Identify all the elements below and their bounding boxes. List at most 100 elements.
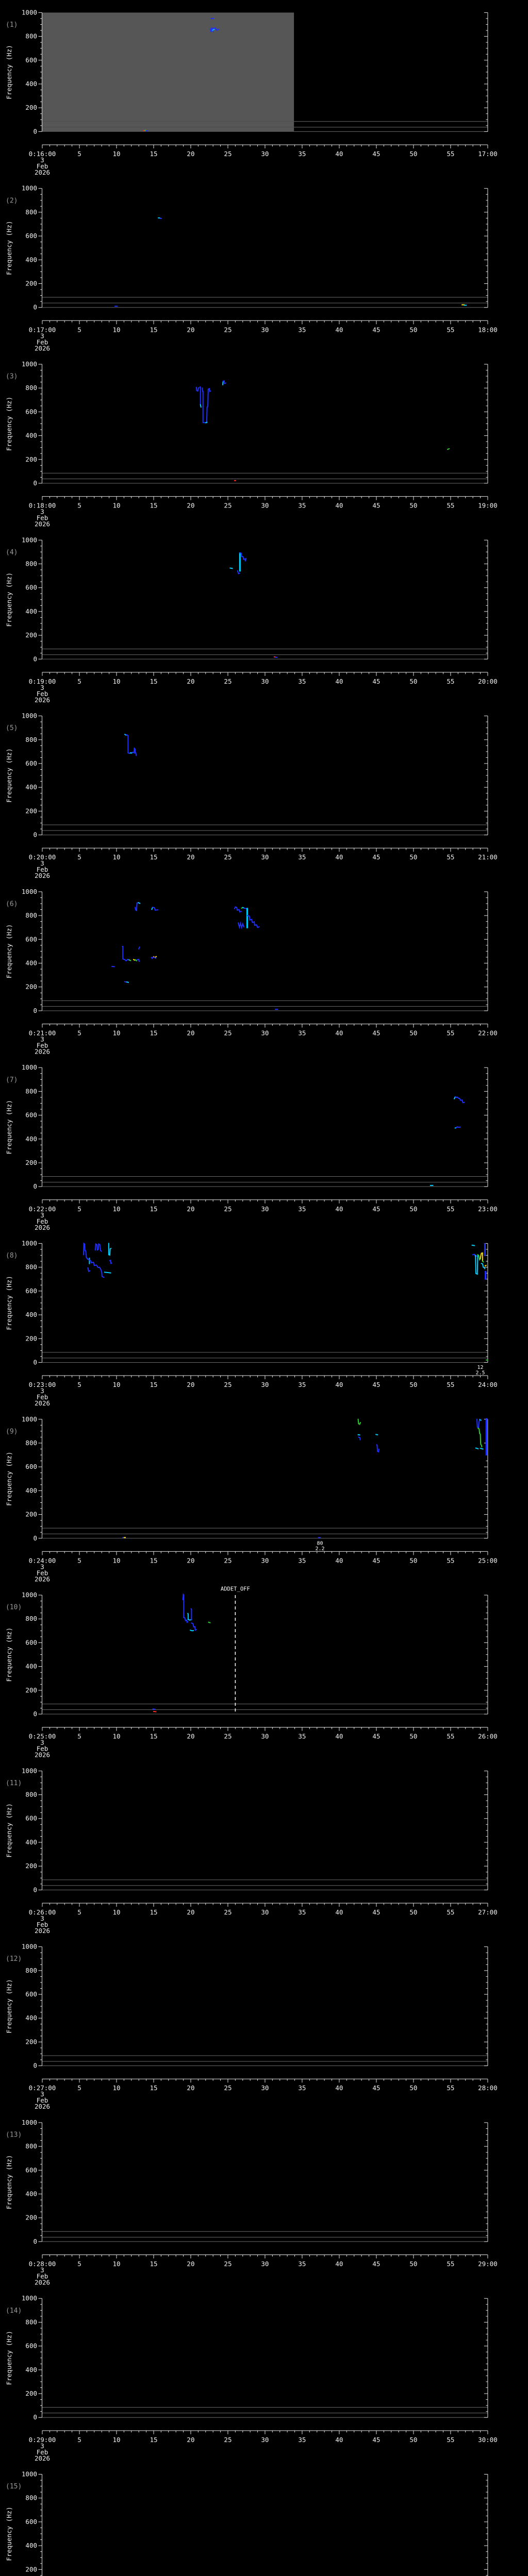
time-tick-label: 20 [187, 677, 194, 685]
time-tick-label: 20 [187, 150, 194, 158]
time-tick-label: 50 [409, 1381, 417, 1388]
time-tick-label: 50 [409, 1556, 417, 1564]
time-tick-label: 10 [112, 2084, 120, 2092]
time-tick-label: 20 [187, 2260, 194, 2268]
event-trace [455, 1126, 461, 1129]
event-trace [190, 1608, 192, 1621]
time-tick-label: 25 [224, 1205, 232, 1213]
time-tick-label: 30 [261, 2260, 269, 2268]
event-trace [475, 1447, 479, 1450]
y-tick-label: 1000 [22, 2119, 37, 2126]
time-tick-label: 40 [335, 1556, 343, 1564]
time-tick-label: 20 [187, 1381, 194, 1388]
end-time-label: 26:00 [478, 1733, 498, 1740]
time-tick-label: 40 [335, 1733, 343, 1740]
end-time-label: 18:00 [478, 326, 498, 333]
time-tick-label: 25 [224, 1733, 232, 1740]
y-tick-label: 0 [33, 1886, 37, 1893]
time-tick-label: 5 [77, 1908, 81, 1916]
y-tick-label: 200 [25, 2038, 37, 2045]
time-tick-label: 30 [261, 1029, 269, 1037]
time-tick-label: 25 [224, 150, 232, 158]
time-tick-label: 5 [77, 1205, 81, 1213]
time-tick-label: 45 [372, 1029, 380, 1037]
event-annotation: 12 [477, 1365, 483, 1370]
time-tick-label: 45 [372, 150, 380, 158]
time-tick-label: 15 [150, 1205, 157, 1213]
y-tick-label: 1000 [22, 8, 37, 16]
time-tick-label: 35 [298, 502, 306, 510]
y-tick-label: 400 [25, 80, 37, 88]
time-tick-label: 15 [150, 1908, 157, 1916]
event-trace [481, 1262, 486, 1269]
y-tick-label: 400 [25, 783, 37, 791]
panel-index-label: (9) [6, 1428, 18, 1435]
event-trace [122, 946, 130, 962]
spectrogram-panel: 0 200 400 600 800 1000 Frequency (Hz) (7) 5 10 15 2… [5, 1063, 498, 1231]
y-tick-label: 400 [25, 256, 37, 263]
y-tick-label: 600 [25, 232, 37, 240]
time-tick-label: 30 [261, 1381, 269, 1388]
time-tick-label: 10 [112, 326, 120, 333]
end-time-label: 20:00 [478, 677, 498, 685]
event-trace [358, 1436, 361, 1440]
time-tick-label: 20 [187, 1029, 194, 1037]
date-label: 2026 [35, 344, 50, 352]
time-tick-label: 40 [335, 853, 343, 861]
y-tick-label: 600 [25, 935, 37, 943]
time-tick-label: 30 [261, 150, 269, 158]
spectrogram-panel: 0 200 400 600 800 1000 Frequency (Hz) (13) 5 10 15… [5, 2119, 498, 2286]
y-tick-label: 200 [25, 1686, 37, 1694]
time-tick-label: 45 [372, 853, 380, 861]
time-tick-label: 20 [187, 1733, 194, 1740]
time-tick-label: 40 [335, 677, 343, 685]
time-tick-label: 50 [409, 853, 417, 861]
y-axis-title: Frequency (Hz) [5, 2155, 13, 2209]
time-tick-label: 20 [187, 502, 194, 510]
time-tick-label: 50 [409, 2260, 417, 2268]
y-tick-label: 800 [25, 1615, 37, 1622]
y-tick-label: 200 [25, 455, 37, 463]
time-tick-label: 50 [409, 1029, 417, 1037]
event-trace [212, 28, 215, 31]
time-tick-label: 55 [447, 150, 454, 158]
event-trace [152, 906, 159, 911]
time-tick-label: 15 [150, 502, 157, 510]
y-tick-label: 800 [25, 1263, 37, 1271]
y-tick-label: 400 [25, 1663, 37, 1670]
time-tick-label: 50 [409, 502, 417, 510]
spectrogram-panel: 0 200 400 600 800 1000 Frequency (Hz) (1) 5 10 15 2… [5, 8, 498, 176]
event-trace [229, 567, 233, 569]
time-tick-label: 50 [409, 1733, 417, 1740]
time-tick-label: 50 [409, 2436, 417, 2444]
time-tick-label: 50 [409, 1908, 417, 1916]
time-tick-label: 30 [261, 502, 269, 510]
end-time-label: 24:00 [478, 1381, 498, 1388]
time-tick-label: 5 [77, 1556, 81, 1564]
y-tick-label: 800 [25, 32, 37, 40]
y-tick-label: 1000 [22, 1767, 37, 1774]
time-tick-label: 25 [224, 677, 232, 685]
y-axis-title: Frequency (Hz) [5, 1628, 13, 1682]
y-tick-label: 1000 [22, 1943, 37, 1951]
y-tick-label: 200 [25, 279, 37, 287]
time-tick-label: 35 [298, 150, 306, 158]
time-tick-label: 40 [335, 2084, 343, 2092]
end-time-label: 21:00 [478, 853, 498, 861]
date-label: 2026 [35, 2103, 50, 2110]
y-tick-label: 0 [33, 1358, 37, 1366]
date-label: 2026 [35, 1399, 50, 1407]
data-gap-region [42, 12, 294, 132]
panel-index-label: (3) [6, 373, 18, 381]
y-tick-label: 200 [25, 1862, 37, 1870]
time-tick-label: 25 [224, 2084, 232, 2092]
time-tick-label: 30 [261, 326, 269, 333]
time-tick-label: 45 [372, 1733, 380, 1740]
time-tick-label: 55 [447, 1556, 454, 1564]
y-tick-label: 600 [25, 2518, 37, 2526]
y-tick-label: 400 [25, 959, 37, 967]
y-tick-label: 400 [25, 1311, 37, 1318]
date-label: 2026 [35, 2454, 50, 2462]
time-tick-label: 5 [77, 2436, 81, 2444]
y-tick-label: 400 [25, 2014, 37, 2022]
